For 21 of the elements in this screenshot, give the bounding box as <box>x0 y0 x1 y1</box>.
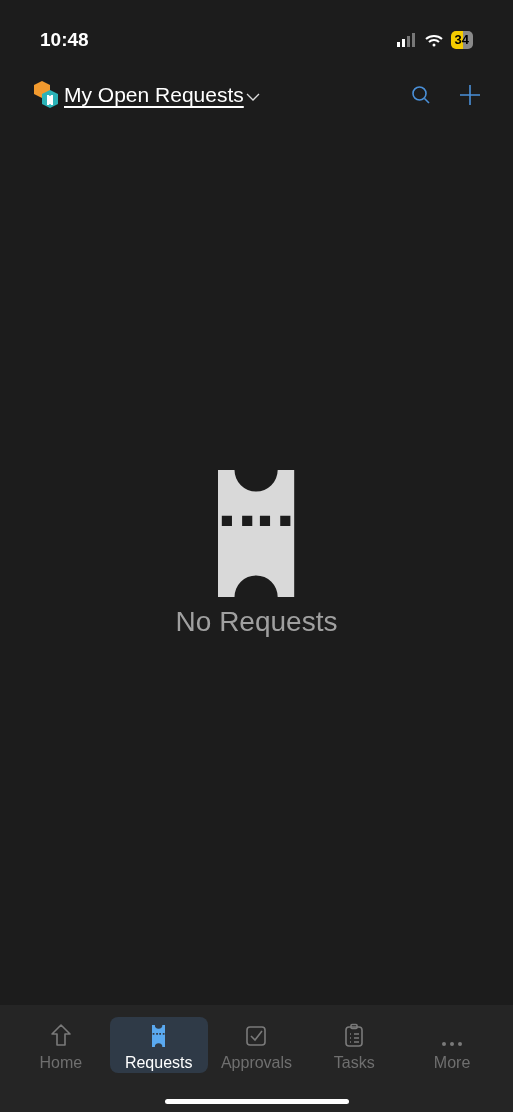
ticket-icon <box>152 1025 166 1047</box>
chevron-down-icon <box>245 93 260 101</box>
clipboard-icon <box>344 1023 365 1047</box>
tab-item[interactable]: Approvals <box>207 1017 306 1073</box>
tab-item[interactable]: More <box>403 1017 501 1073</box>
status-time: 10:48 <box>40 27 89 52</box>
plus-icon <box>459 84 481 106</box>
search-icon <box>411 85 431 105</box>
search-button[interactable] <box>411 85 431 105</box>
tab-item[interactable]: Requests <box>109 1017 208 1073</box>
tab-item[interactable]: Home <box>12 1017 110 1073</box>
add-button[interactable] <box>459 84 481 106</box>
view-selector[interactable]: My Open Requests <box>64 79 260 111</box>
checkbox-icon <box>245 1025 268 1047</box>
home-icon <box>49 1023 72 1047</box>
empty-message: No Requests <box>175 605 338 639</box>
wifi-icon <box>424 33 443 47</box>
more-icon <box>441 1041 464 1047</box>
signal-icon <box>396 33 417 47</box>
app-logo-icon <box>32 80 60 110</box>
tab-item[interactable]: Tasks <box>305 1017 404 1073</box>
